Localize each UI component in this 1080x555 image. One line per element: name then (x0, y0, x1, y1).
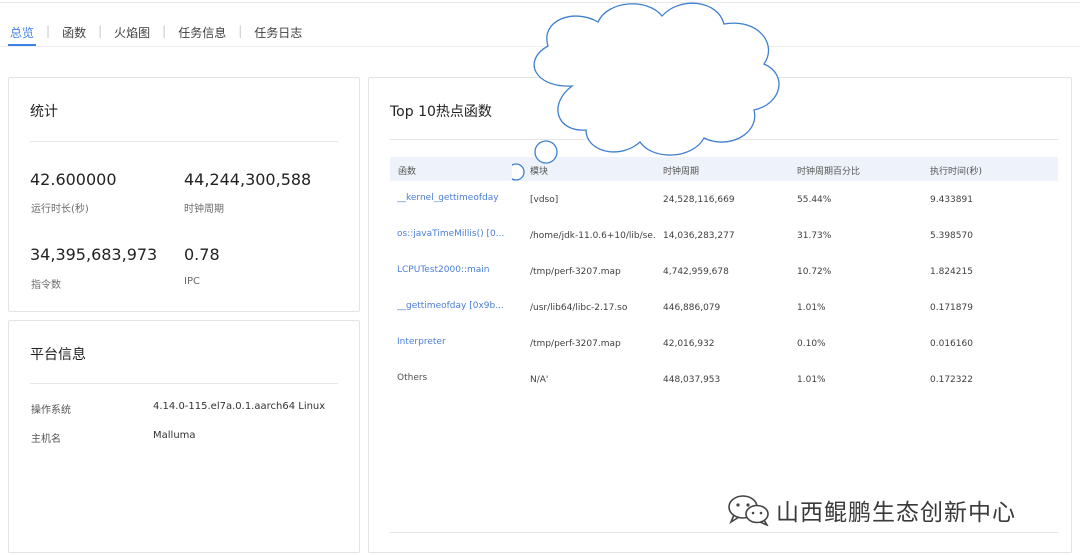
cycles-pct-cell: 1.01% (797, 303, 826, 313)
function-link[interactable]: __gettimeofday [0x9b... (397, 301, 522, 311)
stats-divider (30, 141, 338, 142)
exec-time-cell: 5.398570 (930, 231, 973, 241)
module-cell: /tmp/perf-3207.map (530, 339, 621, 349)
hostname-label: 主机名 (31, 434, 61, 445)
exec-time-cell: 1.824215 (930, 267, 973, 277)
cycles-cell: 446,886,079 (663, 303, 721, 313)
cycles-cell: 42,016,932 (663, 339, 715, 349)
table-bottom-divider (390, 532, 1058, 533)
stat-ipc-label: IPC (184, 276, 200, 287)
module-cell: /usr/lib64/libc-2.17.so (530, 303, 628, 313)
tab-bar: 总览 | 函数 | 火焰图 | 任务信息 | 任务日志 (8, 20, 304, 46)
thought-cloud-icon (512, 2, 780, 181)
tab-separator: | (162, 24, 167, 38)
col-header-exec-time[interactable]: 执行时间(秒) (930, 164, 982, 177)
tab-functions[interactable]: 函数 (60, 20, 88, 46)
stat-cycles-label: 时钟周期 (184, 204, 224, 215)
module-cell: /tmp/perf-3207.map (530, 267, 621, 277)
cycles-cell: 24,528,116,669 (663, 195, 735, 205)
watermark: 山西鲲鹏生态创新中心 (726, 490, 1016, 530)
cycles-cell: 448,037,953 (663, 375, 721, 385)
function-link[interactable]: __kernel_gettimeofday (397, 193, 522, 203)
cycles-pct-cell: 1.01% (797, 375, 826, 385)
tab-task-log[interactable]: 任务日志 (252, 20, 304, 46)
exec-time-cell: 0.016160 (930, 339, 973, 349)
function-link[interactable]: LCPUTest2000::main (397, 265, 522, 275)
cycles-pct-cell: 0.10% (797, 339, 826, 349)
stat-ipc-value: 0.78 (184, 245, 220, 264)
stat-runtime-label: 运行时长(秒) (31, 204, 89, 215)
stat-runtime-value: 42.600000 (30, 170, 117, 189)
exec-time-cell: 0.172322 (930, 375, 973, 385)
cycles-pct-cell: 10.72% (797, 267, 832, 277)
platform-divider (30, 383, 338, 384)
cycles-pct-cell: 31.73% (797, 231, 832, 241)
os-value: 4.14.0-115.el7a.0.1.aarch64 Linux (153, 401, 326, 412)
tab-flamegraph[interactable]: 火焰图 (112, 20, 152, 46)
stat-cycles-value: 44,244,300,588 (184, 170, 312, 189)
tab-task-info[interactable]: 任务信息 (176, 20, 228, 46)
tab-separator: | (46, 24, 51, 38)
tab-separator: | (238, 24, 243, 38)
hostname-value: Malluma (153, 430, 196, 441)
module-cell: [vdso] (530, 195, 559, 205)
tab-overview[interactable]: 总览 (8, 20, 37, 46)
wechat-icon (728, 495, 769, 526)
module-cell: /home/jdk-11.0.6+10/lib/se... (530, 231, 655, 241)
tab-separator: | (98, 24, 103, 38)
platform-title: 平台信息 (30, 347, 86, 363)
col-header-cycles-pct[interactable]: 时钟周期百分比 (797, 164, 860, 177)
cycles-cell: 4,742,959,678 (663, 267, 729, 277)
cycles-pct-cell: 55.44% (797, 195, 832, 205)
cycles-cell: 14,036,283,277 (663, 231, 735, 241)
function-link[interactable]: Interpreter (397, 337, 522, 347)
module-cell: N/A' (530, 375, 549, 385)
hot-functions-title: Top 10热点函数 (390, 104, 492, 120)
function-cell: Others (397, 373, 428, 383)
stat-instructions-value: 34,395,683,973 (30, 245, 158, 264)
stats-title: 统计 (30, 104, 58, 120)
function-link[interactable]: os::javaTimeMillis() [0... (397, 229, 522, 239)
col-header-function[interactable]: 函数 (398, 164, 416, 177)
watermark-text: 山西鲲鹏生态创新中心 (776, 500, 1016, 526)
os-label: 操作系统 (31, 405, 71, 416)
exec-time-cell: 9.433891 (930, 195, 973, 205)
exec-time-cell: 0.171879 (930, 303, 973, 313)
stat-instructions-label: 指令数 (31, 280, 61, 291)
